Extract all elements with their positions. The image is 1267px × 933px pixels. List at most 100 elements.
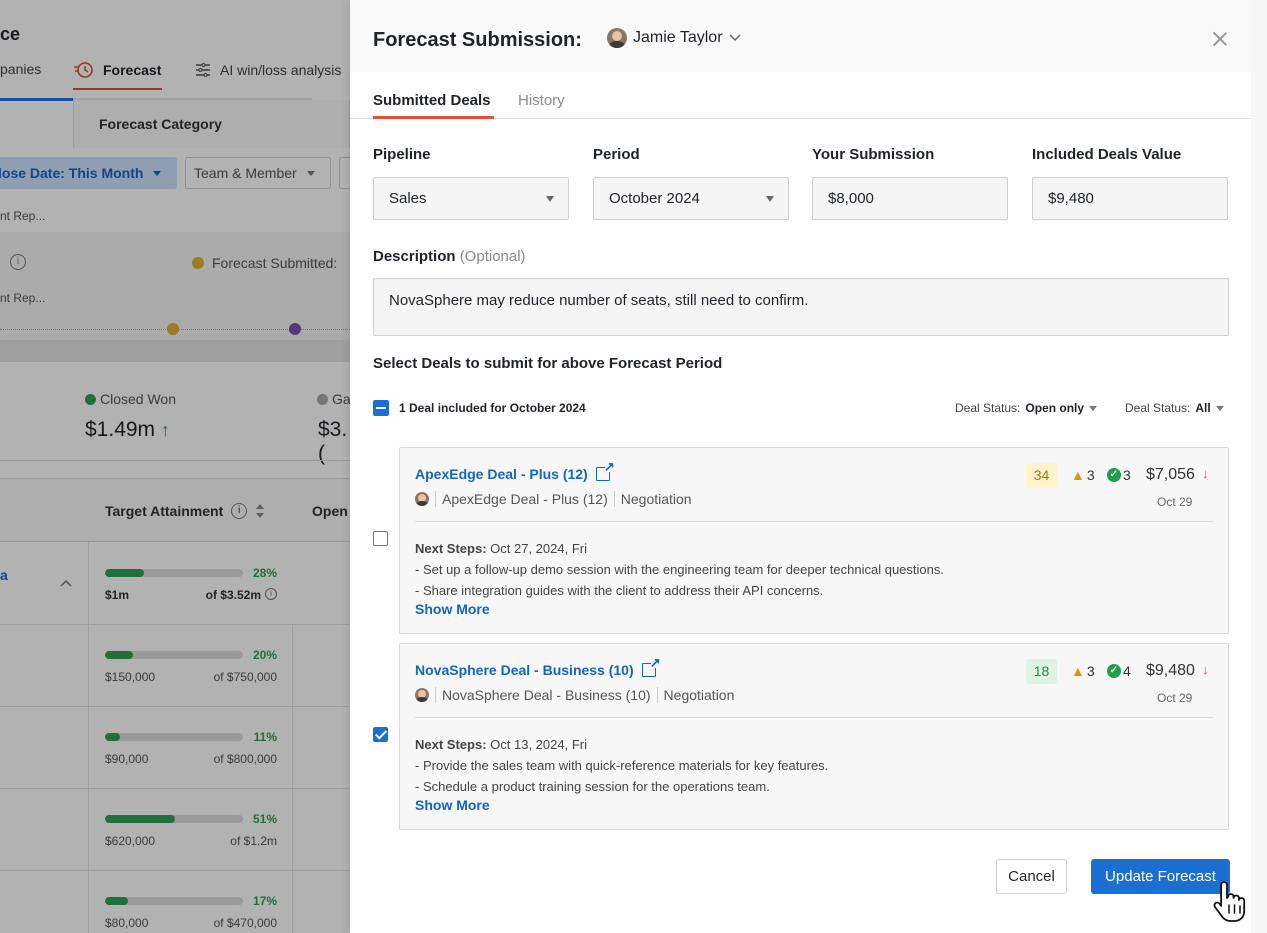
included-count-text: 1 Deal included for October 2024 — [399, 401, 586, 415]
next-steps-date: Oct 27, 2024, Fri — [490, 541, 587, 556]
deal-subline: ApexEdge Deal - Plus (12) Negotiation — [415, 491, 692, 507]
warnings-count: ▲ 3 — [1071, 663, 1095, 679]
user-name: Jamie Taylor — [633, 29, 723, 46]
period-select[interactable]: October 2024 — [593, 177, 789, 220]
period-label: Period — [593, 146, 640, 163]
cancel-button[interactable]: Cancel — [996, 859, 1067, 894]
deal-card: NovaSphere Deal - Business (10) NovaSphe… — [399, 643, 1229, 830]
select-value: Sales — [389, 190, 427, 207]
modal-overlay[interactable] — [0, 0, 350, 933]
filter-label: Deal Status: — [955, 401, 1021, 415]
divider — [415, 717, 1213, 718]
warning-icon: ▲ — [1071, 467, 1085, 483]
deal-status-filter-all[interactable]: Deal Status: All — [1125, 401, 1224, 415]
next-step-item: - Schedule a product training session fo… — [415, 779, 770, 794]
divider — [613, 491, 615, 507]
deal-score-badge: 34 — [1026, 463, 1057, 488]
deal-amount: $9,480 — [1146, 662, 1195, 679]
avatar — [415, 688, 429, 702]
deal-subline: NovaSphere Deal - Business (10) Negotiati… — [415, 687, 734, 703]
avatar — [607, 28, 627, 48]
filter-label: Deal Status: — [1125, 401, 1191, 415]
deal-card: ApexEdge Deal - Plus (12) ApexEdge Deal … — [399, 447, 1229, 634]
next-steps-date: Oct 13, 2024, Fri — [490, 737, 587, 752]
caret-down-icon — [766, 196, 774, 202]
down-arrow-icon: ↓ — [1202, 466, 1209, 481]
warnings-count: ▲ 3 — [1071, 467, 1095, 483]
select-value: October 2024 — [609, 190, 700, 207]
warning-icon: ▲ — [1071, 663, 1085, 679]
panel-tabs: Submitted Deals History — [350, 72, 1251, 119]
chevron-down-icon — [728, 34, 741, 42]
pipeline-label: Pipeline — [373, 146, 431, 163]
deal-link[interactable]: ApexEdge Deal - Plus (12) — [415, 460, 615, 482]
count: 3 — [1086, 467, 1095, 483]
hand-pointer-cursor-icon — [1213, 881, 1246, 922]
count: 4 — [1123, 663, 1131, 679]
deal-stage: Negotiation — [663, 687, 735, 703]
check-circle-icon: ✓ — [1107, 468, 1121, 482]
deal-amount: $7,056 — [1146, 466, 1195, 483]
deal-checkbox-novasphere[interactable] — [373, 727, 388, 742]
select-all-checkbox[interactable] — [373, 400, 389, 416]
panel-title: Forecast Submission: — [373, 29, 582, 51]
forecast-submission-panel: Forecast Submission: Jamie Taylor Submit… — [350, 0, 1251, 933]
deal-link[interactable]: NovaSphere Deal - Business (10) — [415, 656, 661, 678]
divider — [415, 521, 1213, 522]
included-value-label: Included Deals Value — [1032, 146, 1182, 163]
divider — [656, 687, 658, 703]
submission-label: Your Submission — [812, 146, 935, 163]
next-steps-header: Next Steps: Oct 13, 2024, Fri — [415, 734, 828, 755]
show-more-link[interactable]: Show More — [415, 797, 490, 813]
next-steps: Next Steps: Oct 27, 2024, Fri - Set up a… — [415, 538, 944, 601]
deal-name: ApexEdge Deal - Plus (12) — [415, 466, 588, 482]
close-icon[interactable] — [1208, 27, 1232, 51]
next-step-item: - Share integration guides with the clie… — [415, 583, 824, 598]
description-textarea[interactable]: NovaSphere may reduce number of seats, s… — [373, 278, 1229, 336]
label-text: Description — [373, 248, 456, 265]
down-arrow-icon: ↓ — [1202, 662, 1209, 677]
external-link-icon[interactable] — [595, 460, 615, 481]
included-value-field: $9,480 — [1032, 177, 1228, 220]
submission-input[interactable]: $8,000 — [812, 177, 1008, 220]
caret-down-icon — [1089, 405, 1098, 411]
checks-count: ✓ 4 — [1107, 663, 1131, 679]
deal-name: NovaSphere Deal - Business (10) — [415, 662, 634, 678]
deal-score-badge: 18 — [1026, 659, 1057, 684]
scrollbar-track[interactable] — [1251, 0, 1267, 933]
pipeline-select[interactable]: Sales — [373, 177, 569, 220]
deal-status-filter-open[interactable]: Deal Status: Open only — [955, 401, 1098, 415]
deal-checkbox-apexedge[interactable] — [373, 531, 388, 546]
description-label: Description (Optional) — [373, 248, 526, 265]
next-steps-label: Next Steps: — [415, 541, 487, 556]
next-step-item: - Provide the sales team with quick-refe… — [415, 758, 829, 773]
tab-history[interactable]: History — [518, 92, 565, 109]
filter-value: All — [1195, 401, 1211, 415]
next-steps: Next Steps: Oct 13, 2024, Fri - Provide … — [415, 734, 828, 797]
filter-value: Open only — [1025, 401, 1085, 415]
user-selector[interactable]: Jamie Taylor — [607, 28, 741, 48]
checks-count: ✓ 3 — [1107, 467, 1131, 483]
check-circle-icon: ✓ — [1107, 664, 1121, 678]
deal-subname: ApexEdge Deal - Plus (12) — [442, 491, 608, 507]
count: 3 — [1123, 467, 1131, 483]
caret-down-icon — [546, 196, 554, 202]
external-link-icon[interactable] — [641, 656, 661, 677]
caret-down-icon — [1215, 405, 1224, 411]
divider — [435, 687, 436, 703]
next-step-item: - Set up a follow-up demo session with t… — [415, 562, 944, 577]
deal-close-date: Oct 29 — [1157, 691, 1193, 705]
deal-close-date: Oct 29 — [1157, 495, 1193, 509]
divider — [435, 491, 436, 507]
next-steps-header: Next Steps: Oct 27, 2024, Fri — [415, 538, 944, 559]
show-more-link[interactable]: Show More — [415, 601, 490, 617]
tab-submitted-deals[interactable]: Submitted Deals — [373, 92, 491, 109]
optional-hint: (Optional) — [459, 248, 526, 265]
avatar — [415, 492, 429, 506]
deal-subname: NovaSphere Deal - Business (10) — [442, 687, 651, 703]
count: 3 — [1086, 663, 1095, 679]
deal-stage: Negotiation — [620, 491, 692, 507]
active-tab-indicator — [373, 116, 494, 119]
select-deals-title: Select Deals to submit for above Forecas… — [373, 355, 723, 372]
background-page: ce panies Forecast AI win/loss analysis … — [0, 0, 350, 933]
